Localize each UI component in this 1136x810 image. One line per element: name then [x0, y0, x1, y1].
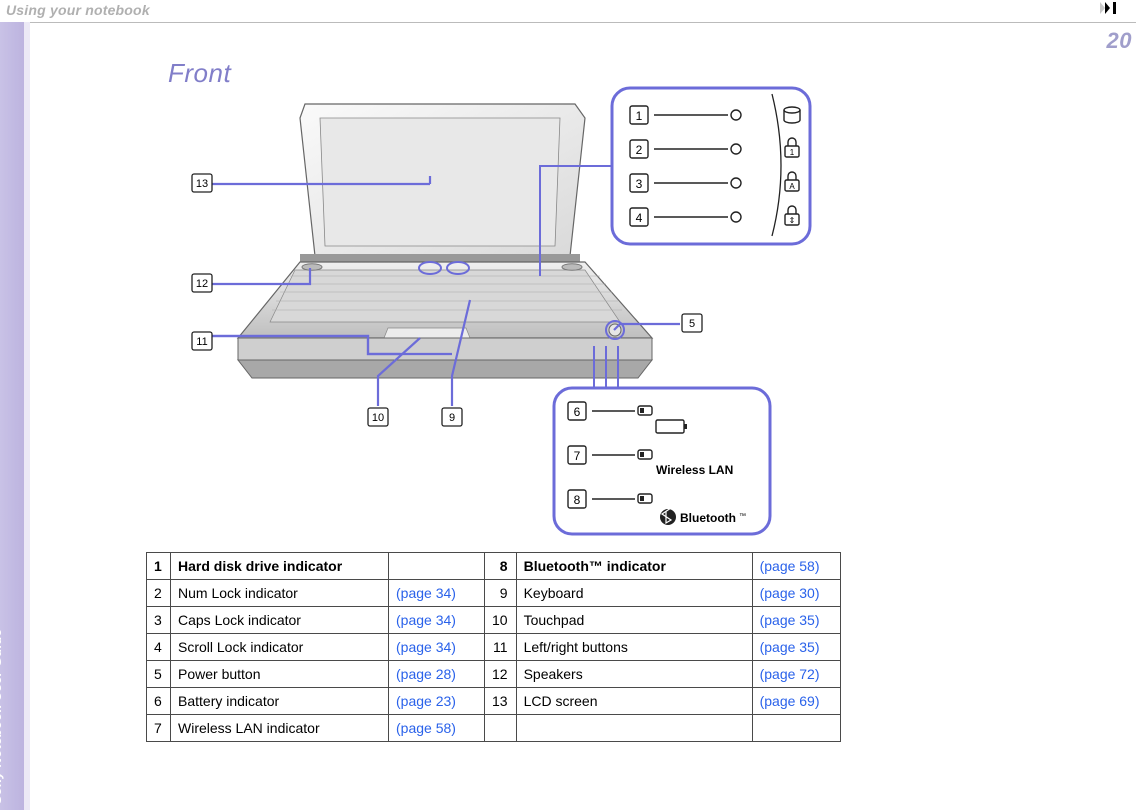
table-cell: Speakers: [516, 661, 752, 688]
svg-text:13: 13: [196, 178, 208, 190]
table-row: 4Scroll Lock indicator (page 34) 11Left/ri…: [147, 634, 841, 661]
table-cell[interactable]: (page 58): [389, 715, 485, 742]
svg-text:Bluetooth: Bluetooth: [680, 511, 736, 525]
svg-text:1: 1: [636, 109, 643, 123]
top-rule: [0, 22, 1136, 23]
table-row: 1Hard disk drive indicator 8Bluetooth™ in…: [147, 553, 841, 580]
table-cell: Scroll Lock indicator: [171, 634, 389, 661]
indicator-inset: 1 2 1 3: [612, 88, 810, 244]
svg-text:8: 8: [574, 493, 581, 507]
table-cell[interactable]: (page 35): [752, 607, 840, 634]
svg-text:A: A: [789, 182, 795, 191]
table-row: 5Power button (page 28) 12Speakers (page 72…: [147, 661, 841, 688]
breadcrumb: Using your notebook: [6, 2, 150, 18]
page-link: (page 72): [760, 666, 820, 682]
table-cell: [389, 553, 485, 580]
callout-13: 13: [192, 174, 212, 192]
page-link: (page 58): [396, 720, 456, 736]
svg-text:1: 1: [790, 148, 795, 157]
svg-text:11: 11: [196, 336, 207, 348]
table-cell[interactable]: (page 69): [752, 688, 840, 715]
table-cell: [516, 715, 752, 742]
table-cell[interactable]: (page 35): [752, 634, 840, 661]
table-cell: 11: [485, 634, 517, 661]
svg-text:3: 3: [636, 177, 643, 191]
table-cell: 2: [147, 580, 171, 607]
callout-12: 12: [192, 274, 212, 292]
table-cell[interactable]: (page 28): [389, 661, 485, 688]
table-cell: 1: [147, 553, 171, 580]
table-row: 7Wireless LAN indicator (page 58): [147, 715, 841, 742]
table-cell: [485, 715, 517, 742]
table-cell[interactable]: (page 30): [752, 580, 840, 607]
table-row: 3Caps Lock indicator (page 34) 10Touchpad (…: [147, 607, 841, 634]
table-cell: 7: [147, 715, 171, 742]
table-cell: Left/right buttons: [516, 634, 752, 661]
front-diagram: 1 2 1 3: [140, 76, 840, 546]
page-link: (page 30): [760, 585, 820, 601]
table-cell[interactable]: (page 34): [389, 607, 485, 634]
page-link: (page 28): [396, 666, 456, 682]
callout-10: 10: [368, 408, 388, 426]
table-cell[interactable]: (page 58): [752, 553, 840, 580]
svg-text:12: 12: [196, 278, 208, 290]
table-cell: Keyboard: [516, 580, 752, 607]
page-link: (page 35): [760, 639, 820, 655]
side-tab-label: Sony Notebook User Guide: [0, 628, 4, 804]
table-cell: [752, 715, 840, 742]
svg-text:™: ™: [739, 513, 746, 520]
page-link: (page 34): [396, 585, 456, 601]
page-link: (page 23): [396, 693, 456, 709]
table-cell: 10: [485, 607, 517, 634]
table-cell: 6: [147, 688, 171, 715]
table-cell: 8: [485, 553, 517, 580]
table-cell: Bluetooth™ indicator: [516, 553, 752, 580]
svg-text:6: 6: [574, 405, 581, 419]
table-cell: Caps Lock indicator: [171, 607, 389, 634]
page-link: (page 69): [760, 693, 820, 709]
page-link: (page 58): [760, 558, 820, 574]
callout-11: 11: [192, 332, 212, 350]
svg-text:2: 2: [636, 143, 643, 157]
callout-9: 9: [442, 408, 462, 426]
table-cell: LCD screen: [516, 688, 752, 715]
legend-table: 1Hard disk drive indicator 8Bluetooth™ in…: [146, 552, 841, 742]
table-cell: Touchpad: [516, 607, 752, 634]
page-link: (page 34): [396, 639, 456, 655]
svg-text:10: 10: [372, 412, 384, 424]
svg-text:9: 9: [449, 412, 455, 424]
svg-text:4: 4: [636, 211, 643, 225]
svg-text:Wireless LAN: Wireless LAN: [656, 463, 733, 477]
table-cell: Battery indicator: [171, 688, 389, 715]
table-cell: Num Lock indicator: [171, 580, 389, 607]
table-cell: 3: [147, 607, 171, 634]
table-cell: 12: [485, 661, 517, 688]
svg-text:7: 7: [574, 449, 581, 463]
table-cell: 4: [147, 634, 171, 661]
table-cell: Hard disk drive indicator: [171, 553, 389, 580]
table-row: 6Battery indicator (page 23) 13LCD screen (…: [147, 688, 841, 715]
table-cell: 9: [485, 580, 517, 607]
table-cell: 13: [485, 688, 517, 715]
table-row: 2Num Lock indicator (page 34) 9Keyboard (pa…: [147, 580, 841, 607]
table-cell[interactable]: (page 34): [389, 580, 485, 607]
svg-text:5: 5: [689, 318, 695, 330]
page-link: (page 34): [396, 612, 456, 628]
table-cell: 5: [147, 661, 171, 688]
table-cell[interactable]: (page 72): [752, 661, 840, 688]
side-tab: Sony Notebook User Guide: [0, 22, 24, 810]
page-nav: [1098, 0, 1136, 16]
table-cell: Power button: [171, 661, 389, 688]
page-link: (page 35): [760, 612, 820, 628]
content-area: Front: [30, 50, 1128, 810]
callout-5: 5: [682, 314, 702, 332]
svg-text:⇕: ⇕: [789, 216, 796, 225]
status-inset: 6 7 Wireless LAN 8: [554, 388, 770, 534]
table-cell[interactable]: (page 23): [389, 688, 485, 715]
table-cell: Wireless LAN indicator: [171, 715, 389, 742]
table-cell[interactable]: (page 34): [389, 634, 485, 661]
